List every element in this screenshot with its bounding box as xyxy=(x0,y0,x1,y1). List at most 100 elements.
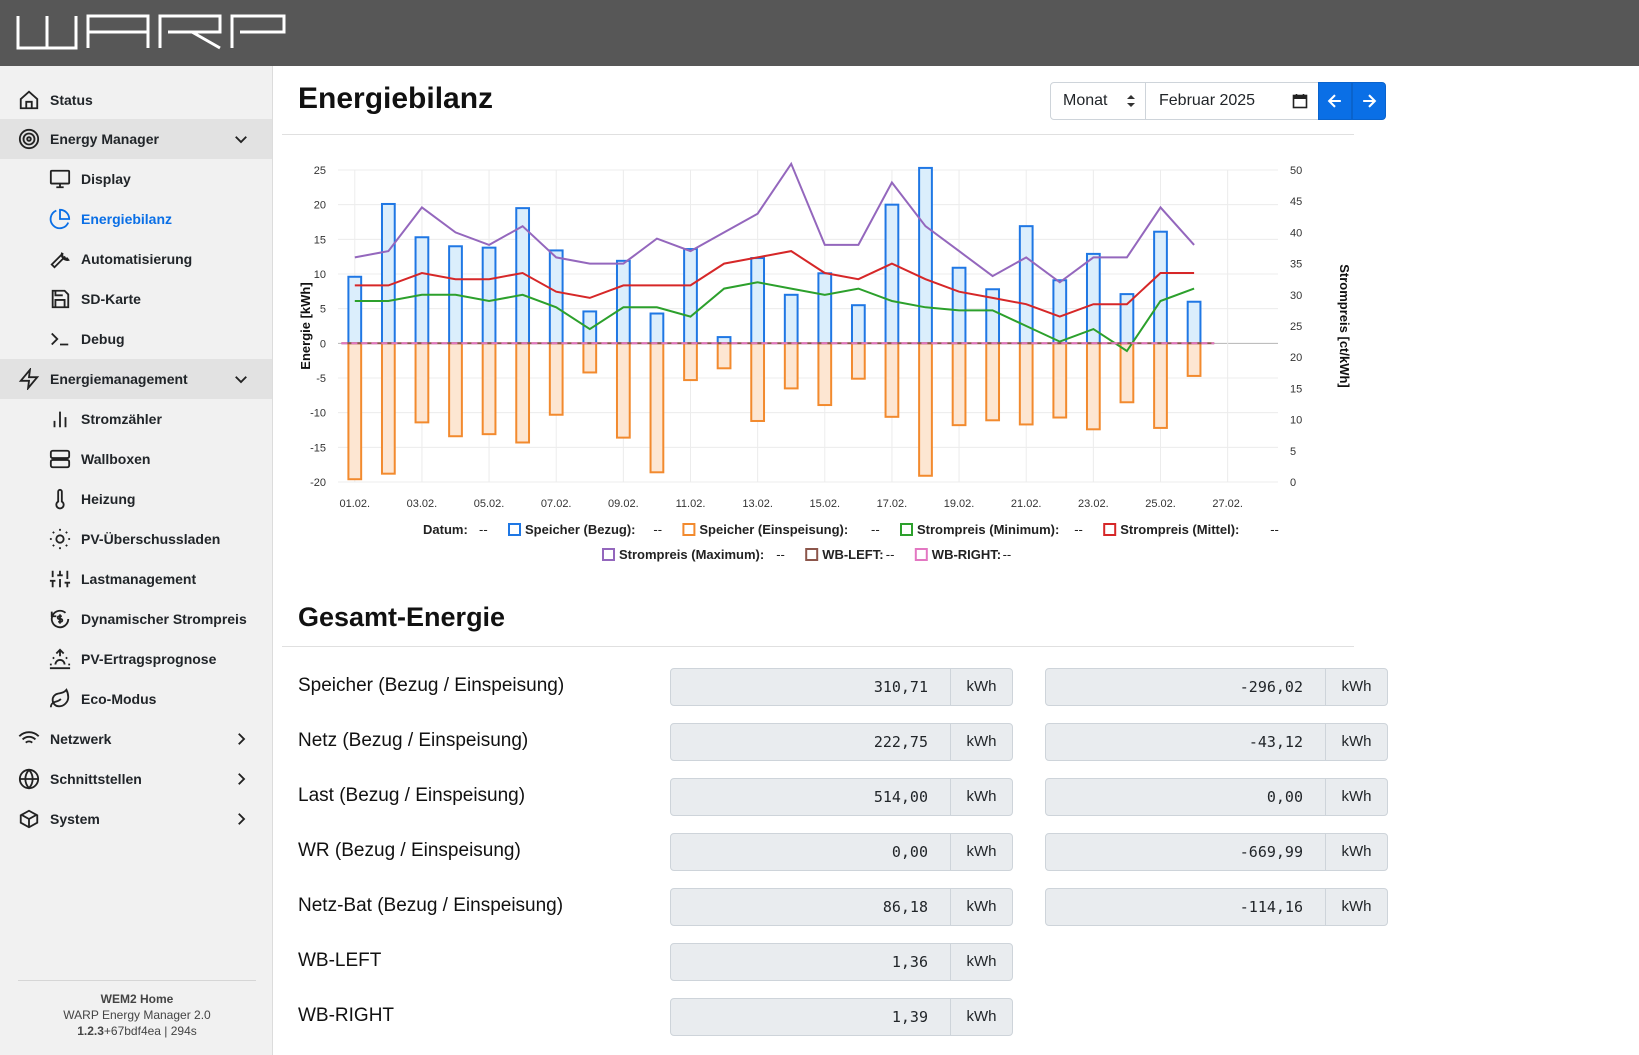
bar-speicher-einspeisung xyxy=(683,342,698,382)
x-tick-label: 19.02. xyxy=(944,498,975,510)
sidebar-item-debug[interactable]: Debug xyxy=(0,319,272,359)
legend-item: WB-LEFT: -- xyxy=(805,547,894,562)
monitor-icon xyxy=(49,168,71,190)
bar-speicher-einspeisung xyxy=(884,342,900,418)
bar-speicher-einspeisung xyxy=(548,342,564,416)
previous-month-button[interactable] xyxy=(1318,82,1352,120)
pie-chart-icon xyxy=(49,208,71,230)
header-divider xyxy=(282,134,1354,135)
bar-speicher-bezug xyxy=(884,203,900,345)
x-tick-label: 25.02. xyxy=(1145,498,1176,510)
bar-speicher-bezug xyxy=(783,293,799,345)
bar-speicher-bezug xyxy=(918,166,933,345)
value-text: 222,75 xyxy=(671,724,951,760)
x-tick-label: 21.02. xyxy=(1011,498,1042,510)
sidebar-item-stromzaehler[interactable]: Stromzähler xyxy=(0,399,272,439)
einspeisung-value-field: 0,00 kWh xyxy=(1045,778,1388,816)
unit-label: kWh xyxy=(966,1008,997,1025)
sidebar-item-status[interactable]: Status xyxy=(0,80,272,120)
top-bar xyxy=(0,0,1639,66)
sidebar-item-energy-manager[interactable]: Energy Manager xyxy=(0,119,272,159)
value-text: 0,00 xyxy=(671,834,951,870)
legend-item: Strompreis (Minimum): -- xyxy=(900,522,1083,537)
product-name: WARP Energy Manager 2.0 xyxy=(63,1008,211,1022)
bar-speicher-einspeisung xyxy=(1018,342,1034,426)
calendar-icon[interactable] xyxy=(1292,93,1308,109)
bar-speicher-einspeisung xyxy=(582,342,598,374)
sidebar-item-pv-ertragsprognose[interactable]: PV-Ertragsprognose xyxy=(0,639,272,679)
x-tick-label: 01.02. xyxy=(339,498,370,510)
bar-speicher-einspeisung xyxy=(951,342,967,427)
y2-tick-label: 40 xyxy=(1290,227,1302,239)
bezug-value-field: 310,71 kWh xyxy=(670,668,1013,706)
main-content: Energiebilanz Monat Februar 2025 25 20 15 1… xyxy=(272,66,1639,1055)
x-tick-label: 23.02. xyxy=(1078,498,1109,510)
bar-speicher-einspeisung xyxy=(918,342,933,477)
x-tick-label: 11.02. xyxy=(676,498,706,510)
value-text: -43,12 xyxy=(1046,724,1326,760)
terminal-icon xyxy=(49,328,71,350)
unit-label: kWh xyxy=(966,953,997,970)
sidebar-item-label: PV-Überschussladen xyxy=(81,531,221,547)
energy-row-label: Netz-Bat (Bezug / Einspeisung) xyxy=(298,895,564,916)
month-input[interactable]: Februar 2025 xyxy=(1145,82,1319,120)
bar-speicher-bezug xyxy=(1153,230,1168,345)
next-month-button[interactable] xyxy=(1352,82,1386,120)
sidebar-item-wallboxen[interactable]: Wallboxen xyxy=(0,439,272,479)
bar-speicher-einspeisung xyxy=(817,342,833,407)
sidebar-item-dynamischer-strompreis[interactable]: Dynamischer Strompreis xyxy=(0,599,272,639)
range-select[interactable]: Monat xyxy=(1050,82,1146,120)
y2-tick-label: 20 xyxy=(1290,352,1302,364)
legend-label: Datum: xyxy=(423,522,468,537)
value-text: 1,39 xyxy=(671,999,951,1035)
sidebar-item-system[interactable]: System xyxy=(0,799,272,839)
y-tick-label: 0 xyxy=(320,338,326,350)
sidebar-item-heizung[interactable]: Heizung xyxy=(0,479,272,519)
bar-speicher-bezug xyxy=(850,304,866,345)
bar-speicher-bezug xyxy=(347,275,363,345)
sidebar-item-label: Energiebilanz xyxy=(81,211,173,227)
globe-icon xyxy=(18,768,40,790)
sidebar-item-energiemanagement[interactable]: Energiemanagement xyxy=(0,359,272,399)
y2-tick-label: 45 xyxy=(1290,196,1302,208)
sidebar-item-lastmanagement[interactable]: Lastmanagement xyxy=(0,559,272,599)
bar-speicher-einspeisung xyxy=(481,342,497,436)
energy-chart[interactable]: 2520151050-5-10-15-205045403530252015105… xyxy=(298,152,1378,572)
wrench-icon xyxy=(49,248,71,270)
warp-logo[interactable] xyxy=(16,14,286,50)
legend-value: -- xyxy=(1003,547,1012,562)
legend-label: Speicher (Einspeisung): xyxy=(699,522,848,537)
sidebar-item-pv-ueberschussladen[interactable]: PV-Überschussladen xyxy=(0,519,272,559)
sidebar-item-automatisierung[interactable]: Automatisierung xyxy=(0,239,272,279)
unit-label: kWh xyxy=(966,843,997,860)
sidebar: Status Energy Manager Display Energiebil… xyxy=(0,66,273,1055)
legend-value: -- xyxy=(653,522,662,537)
x-tick-label: 09.02. xyxy=(608,498,639,510)
legend-label: Strompreis (Mittel): xyxy=(1120,522,1239,537)
sidebar-item-label: Energy Manager xyxy=(50,131,159,147)
sidebar-item-label: PV-Ertragsprognose xyxy=(81,651,217,667)
sidebar-item-schnittstellen[interactable]: Schnittstellen xyxy=(0,759,272,799)
legend-swatch xyxy=(682,523,696,536)
sidebar-item-sd-karte[interactable]: SD-Karte xyxy=(0,279,272,319)
sidebar-footer: WEM2 Home WARP Energy Manager 2.0 1.2.3+… xyxy=(18,980,256,1039)
legend-value: -- xyxy=(1074,522,1083,537)
section-title: Gesamt-Energie xyxy=(298,602,506,632)
firmware-version: 1.2.3+67bdf4ea | 294s xyxy=(77,1024,197,1038)
sidebar-item-label: Netzwerk xyxy=(50,731,112,747)
value-text: 514,00 xyxy=(671,779,951,815)
section-divider xyxy=(282,646,1354,647)
sidebar-item-energiebilanz[interactable]: Energiebilanz xyxy=(0,199,272,239)
sidebar-item-netzwerk[interactable]: Netzwerk xyxy=(0,719,272,759)
einspeisung-value-field: -114,16 kWh xyxy=(1045,888,1388,926)
chevron-down-icon xyxy=(235,136,247,144)
legend-swatch xyxy=(900,523,913,536)
y-tick-label: 20 xyxy=(314,200,326,212)
sidebar-item-display[interactable]: Display xyxy=(0,159,272,199)
bar-speicher-einspeisung xyxy=(716,342,732,370)
bar-speicher-einspeisung xyxy=(750,342,766,422)
energy-row-label: WB-LEFT xyxy=(298,950,382,971)
bar-speicher-einspeisung xyxy=(380,342,396,475)
sidebar-item-eco-modus[interactable]: Eco-Modus xyxy=(0,679,272,719)
legend-value: -- xyxy=(776,547,785,562)
